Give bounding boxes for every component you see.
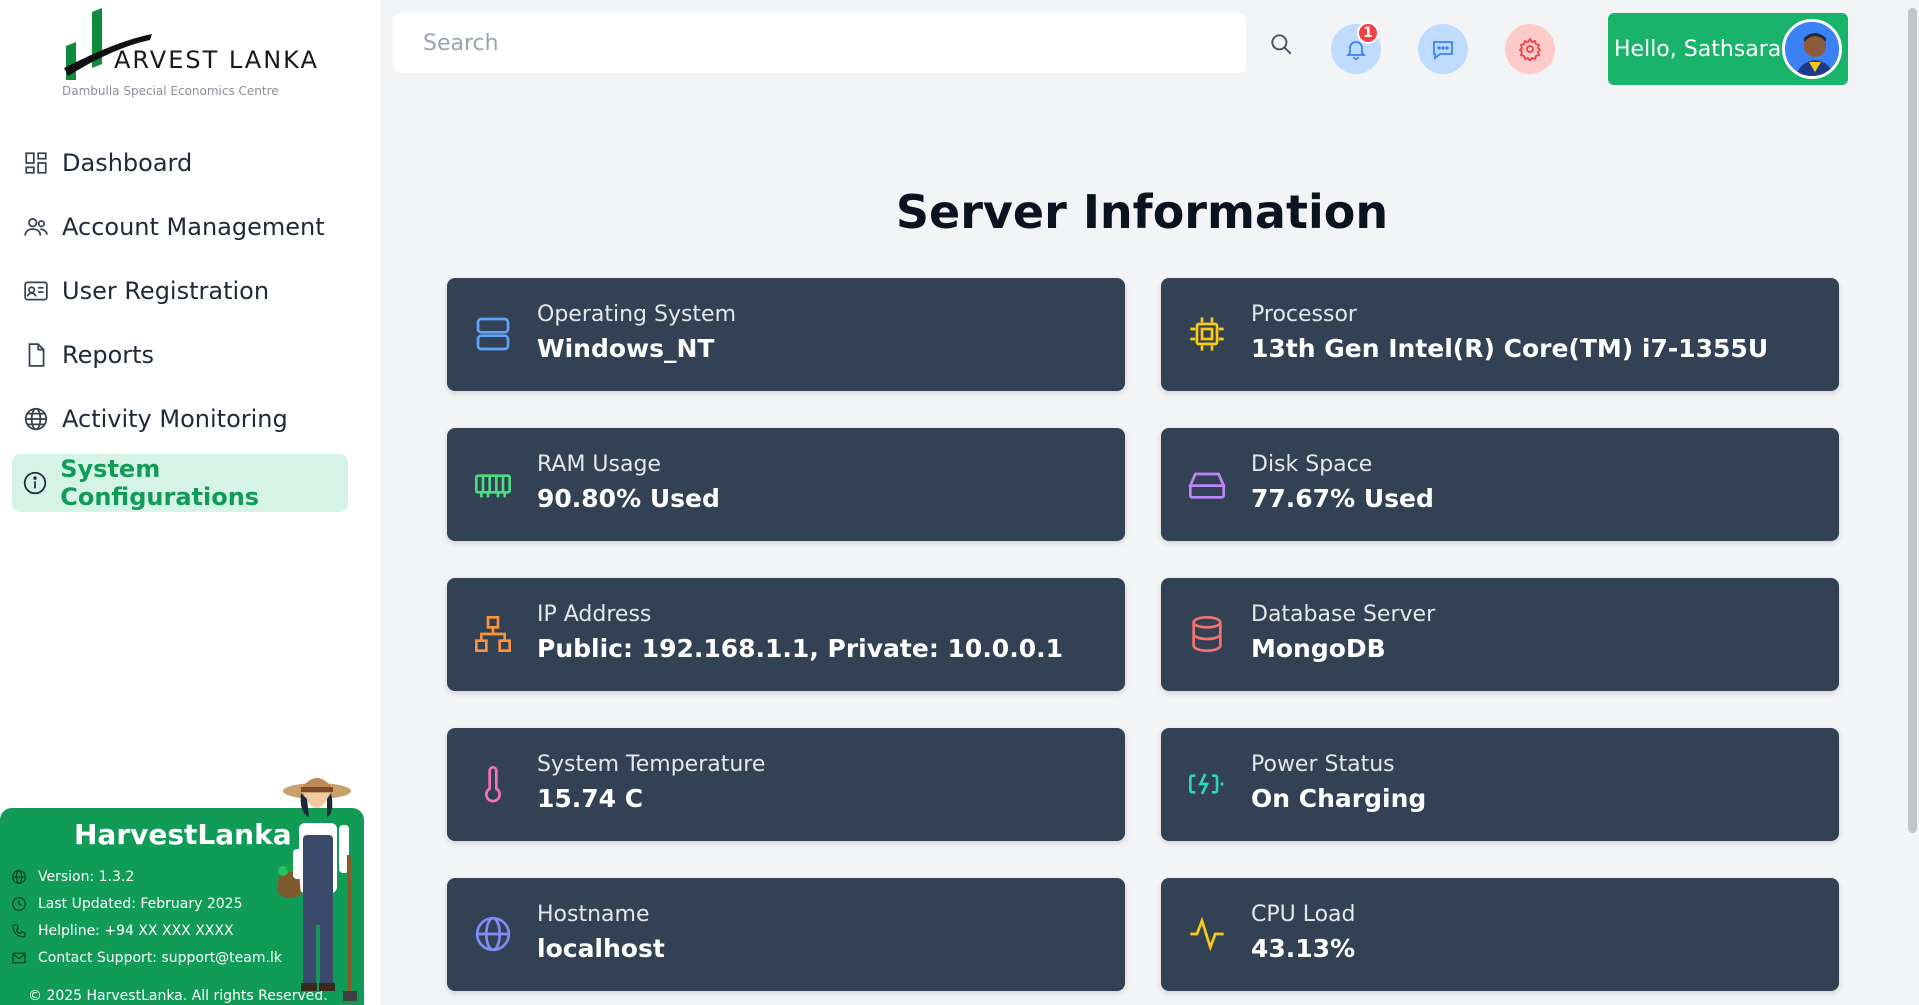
app-info-title: HarvestLanka <box>74 818 292 851</box>
hostname-card: Hostname localhost <box>447 878 1125 991</box>
card-value: MongoDB <box>1251 634 1386 663</box>
ip-address-card: IP Address Public: 192.168.1.1, Private:… <box>447 578 1125 691</box>
sidebar-item-label: System Configurations <box>60 455 260 511</box>
sidebar-item-label: Account Management <box>62 213 325 241</box>
version-line: Version: 1.3.2 <box>10 868 134 886</box>
sidebar-item-account-management[interactable]: Account Management <box>12 198 348 256</box>
globe-icon <box>471 912 515 956</box>
card-label: System Temperature <box>537 752 766 777</box>
scrollbar[interactable] <box>1905 0 1919 1005</box>
helpline-text: Helpline: +94 XX XXX XXXX <box>38 923 234 939</box>
last-updated-line: Last Updated: February 2025 <box>10 895 242 913</box>
database-server-card: Database Server MongoDB <box>1161 578 1839 691</box>
helpline-line: Helpline: +94 XX XXX XXXX <box>10 922 234 940</box>
system-temperature-card: System Temperature 15.74 C <box>447 728 1125 841</box>
search-button[interactable] <box>1265 28 1297 60</box>
card-value: Windows_NT <box>537 334 715 363</box>
sidebar-item-label: User Registration <box>62 277 270 305</box>
sidebar-item-activity-monitoring[interactable]: Activity Monitoring <box>12 390 348 448</box>
sidebar-item-system-configurations[interactable]: System Configurations <box>12 454 348 512</box>
server-icon <box>471 312 515 356</box>
user-greeting: Hello, Sathsara <box>1614 36 1782 62</box>
gear-icon <box>1518 37 1542 61</box>
clock-icon <box>10 895 28 913</box>
card-value: localhost <box>537 934 665 963</box>
sidebar-item-dashboard[interactable]: Dashboard <box>12 134 348 192</box>
dashboard-icon <box>22 149 50 177</box>
avatar <box>1782 19 1842 79</box>
operating-system-card: Operating System Windows_NT <box>447 278 1125 391</box>
settings-button[interactable] <box>1505 24 1555 74</box>
card-value: 15.74 C <box>537 784 644 813</box>
card-label: Power Status <box>1251 752 1395 777</box>
thermometer-icon <box>471 762 515 806</box>
cpu-load-card: CPU Load 43.13% <box>1161 878 1839 991</box>
sidebar-item-reports[interactable]: Reports <box>12 326 348 384</box>
phone-icon <box>10 922 28 940</box>
contact-support-text[interactable]: Contact Support: support@team.lk <box>38 950 282 966</box>
card-label: IP Address <box>537 602 652 627</box>
card-value: 13th Gen Intel(R) Core(TM) i7-1355U <box>1251 334 1769 363</box>
info-icon <box>22 469 48 497</box>
card-label: Hostname <box>537 902 650 927</box>
logo-subtitle: Dambulla Special Economics Centre <box>62 84 279 98</box>
card-value: 77.67% Used <box>1251 484 1434 513</box>
contact-support-line: Contact Support: support@team.lk <box>10 949 282 967</box>
sidebar-nav: Dashboard Account Management User Regist… <box>12 134 348 518</box>
processor-card: Processor 13th Gen Intel(R) Core(TM) i7-… <box>1161 278 1839 391</box>
page-title: Server Information <box>895 185 1389 239</box>
globe-icon <box>22 405 50 433</box>
sidebar-item-label: Activity Monitoring <box>62 405 288 433</box>
last-updated-text: Last Updated: February 2025 <box>38 896 243 912</box>
battery-charging-icon <box>1185 762 1229 806</box>
cpu-icon <box>1185 312 1229 356</box>
messages-button[interactable] <box>1418 24 1468 74</box>
message-icon <box>1433 41 1453 60</box>
search-icon <box>1271 34 1292 55</box>
sidebar-item-label: Reports <box>62 341 155 369</box>
card-label: Disk Space <box>1251 452 1373 477</box>
scrollbar-thumb[interactable] <box>1908 8 1917 833</box>
activity-icon <box>1185 912 1229 956</box>
sidebar: ARVEST LANKA Dambulla Special Economics … <box>0 0 382 1005</box>
sidebar-item-user-registration[interactable]: User Registration <box>12 262 348 320</box>
users-icon <box>22 213 50 241</box>
version-text: Version: 1.3.2 <box>38 869 135 885</box>
disk-space-card: Disk Space 77.67% Used <box>1161 428 1839 541</box>
farmer-illustration <box>277 778 357 1001</box>
card-value: On Charging <box>1251 784 1427 813</box>
document-icon <box>22 341 50 369</box>
search-input[interactable] <box>393 13 1246 73</box>
ram-usage-card: RAM Usage 90.80% Used <box>447 428 1125 541</box>
card-label: CPU Load <box>1251 902 1356 927</box>
sidebar-item-label: Dashboard <box>62 149 193 177</box>
card-value: 43.13% <box>1251 934 1356 963</box>
logo-brand-rest: ARVEST LANKA <box>114 46 319 74</box>
database-icon <box>1185 612 1229 656</box>
card-value: 90.80% Used <box>537 484 720 513</box>
notifications-button[interactable]: 1 <box>1331 22 1381 74</box>
card-label: Operating System <box>537 302 737 327</box>
card-label: RAM Usage <box>537 452 661 477</box>
notification-badge: 1 <box>1357 22 1379 44</box>
card-label: Processor <box>1251 302 1357 327</box>
memory-icon <box>471 462 515 506</box>
harvest-lanka-logo[interactable]: ARVEST LANKA Dambulla Special Economics … <box>62 6 322 106</box>
network-icon <box>471 612 515 656</box>
mail-icon <box>10 949 28 967</box>
hard-drive-icon <box>1185 462 1229 506</box>
card-value: Public: 192.168.1.1, Private: 10.0.0.1 <box>537 634 1063 663</box>
power-status-card: Power Status On Charging <box>1161 728 1839 841</box>
card-label: Database Server <box>1251 602 1436 627</box>
user-profile-button[interactable]: Hello, Sathsara <box>1608 13 1848 85</box>
id-card-icon <box>22 277 50 305</box>
globe-icon <box>10 868 28 886</box>
